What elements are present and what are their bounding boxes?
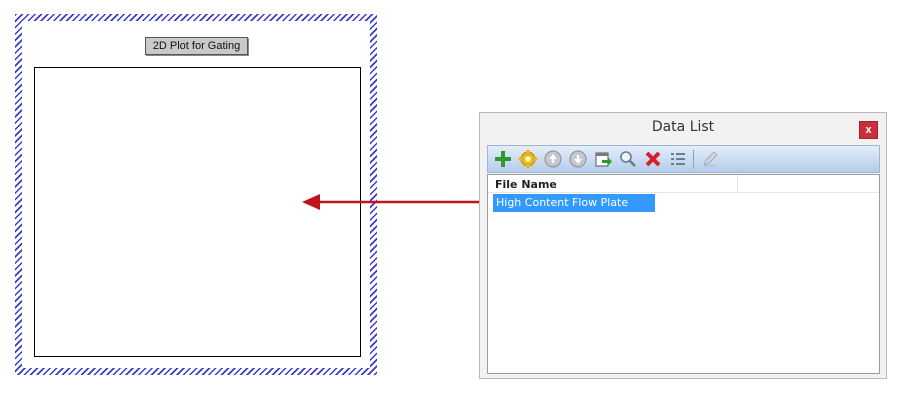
column-header-file-name[interactable]: File Name [495,178,557,191]
move-up-icon[interactable] [542,148,564,170]
add-icon[interactable] [492,148,514,170]
data-list-window: Data List x File Name High Content Flow … [479,112,887,379]
column-separator[interactable] [737,175,738,192]
list-item[interactable]: High Content Flow Plate Data [493,194,655,227]
plot-area[interactable] [34,67,361,357]
close-button[interactable]: x [859,121,878,139]
list-header: File Name [488,175,879,193]
properties-icon[interactable] [667,148,689,170]
settings-gear-icon[interactable] [517,148,539,170]
toolbar-separator [693,150,694,169]
edit-icon[interactable] [699,148,721,170]
plot-title-button[interactable]: 2D Plot for Gating [145,37,248,55]
export-icon[interactable] [592,148,614,170]
search-icon[interactable] [617,148,639,170]
move-down-icon[interactable] [567,148,589,170]
toolbar [487,145,880,173]
data-file-list[interactable]: File Name High Content Flow Plate Data [487,174,880,374]
delete-icon[interactable] [642,148,664,170]
window-title: Data List [651,119,715,135]
